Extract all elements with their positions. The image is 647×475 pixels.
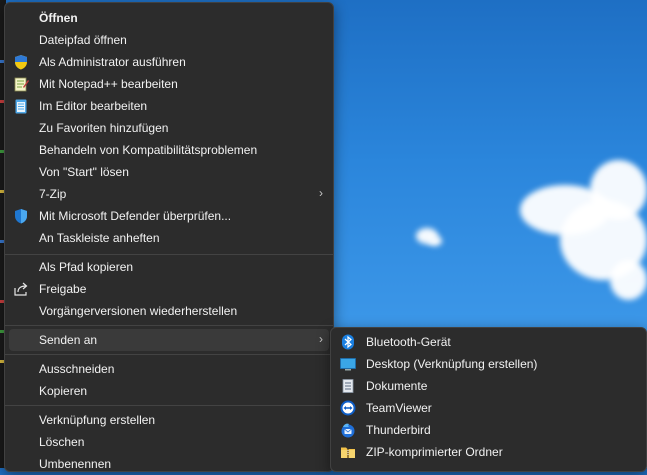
menu-item-open-file-path[interactable]: Dateipfad öffnen [5,29,333,51]
menu-item-unpin-from-start[interactable]: Von "Start" lösen [5,161,333,183]
submenu-item-zip-folder[interactable]: ZIP-komprimierter Ordner [331,441,646,463]
submenu-item-label: Thunderbird [366,423,431,437]
thunderbird-icon [340,422,356,438]
bluetooth-icon [340,334,356,350]
submenu-item-label: ZIP-komprimierter Ordner [366,445,503,459]
menu-separator [5,405,333,406]
menu-item-label: Im Editor bearbeiten [39,99,148,113]
defender-icon [13,208,29,224]
menu-item-restore-previous-versions[interactable]: Vorgängerversionen wiederherstellen [5,300,333,322]
menu-item-label: Ausschneiden [39,362,115,376]
uac-shield-icon [13,54,29,70]
menu-item-label: Dateipfad öffnen [39,33,127,47]
menu-item-label: Zu Favoriten hinzufügen [39,121,169,135]
desktop-icon [340,356,356,372]
notepad-icon [13,98,29,114]
menu-item-label: Verknüpfung erstellen [39,413,156,427]
submenu-item-label: Dokumente [366,379,428,393]
menu-separator [5,254,333,255]
menu-item-delete[interactable]: Löschen [5,431,333,453]
menu-item-label: Kopieren [39,384,88,398]
menu-item-label: Mit Notepad++ bearbeiten [39,77,178,91]
menu-item-troubleshoot-compatibility[interactable]: Behandeln von Kompatibilitätsproblemen [5,139,333,161]
menu-item-share[interactable]: Freigabe [5,278,333,300]
menu-item-create-shortcut[interactable]: Verknüpfung erstellen [5,409,333,431]
menu-separator [5,354,333,355]
notepadpp-icon [13,76,29,92]
menu-item-label: Öffnen [39,11,78,25]
submenu-item-bluetooth[interactable]: Bluetooth-Gerät [331,331,646,353]
context-menu: Öffnen Dateipfad öffnen Als Administrato… [4,2,334,472]
menu-item-label: Mit Microsoft Defender überprüfen... [39,209,232,223]
menu-item-open[interactable]: Öffnen [5,7,333,29]
menu-item-7zip[interactable]: 7-Zip › [5,183,333,205]
menu-item-label: Von "Start" lösen [39,165,129,179]
chevron-right-icon: › [319,186,323,200]
submenu-item-label: Desktop (Verknüpfung erstellen) [366,357,538,371]
submenu-item-thunderbird[interactable]: Thunderbird [331,419,646,441]
menu-item-edit-in-editor[interactable]: Im Editor bearbeiten [5,95,333,117]
menu-item-label: Vorgängerversionen wiederherstellen [39,304,238,318]
menu-item-label: Löschen [39,435,85,449]
menu-item-pin-to-taskbar[interactable]: An Taskleiste anheften [5,227,333,249]
teamviewer-icon [340,400,356,416]
menu-item-run-as-admin[interactable]: Als Administrator ausführen [5,51,333,73]
menu-item-edit-notepadpp[interactable]: Mit Notepad++ bearbeiten [5,73,333,95]
menu-item-label: Behandeln von Kompatibilitätsproblemen [39,143,258,157]
submenu-item-documents[interactable]: Dokumente [331,375,646,397]
menu-item-send-to[interactable]: Senden an › [9,329,329,351]
documents-icon [340,378,356,394]
menu-item-rename[interactable]: Umbenennen [5,453,333,475]
menu-item-copy[interactable]: Kopieren [5,380,333,402]
chevron-right-icon: › [319,332,323,346]
menu-item-label: 7-Zip [39,187,67,201]
menu-item-label: Freigabe [39,282,87,296]
menu-item-defender-scan[interactable]: Mit Microsoft Defender überprüfen... [5,205,333,227]
menu-item-cut[interactable]: Ausschneiden [5,358,333,380]
menu-item-label: An Taskleiste anheften [39,231,160,245]
submenu-item-teamviewer[interactable]: TeamViewer [331,397,646,419]
menu-item-label: Als Pfad kopieren [39,260,134,274]
share-icon [13,281,29,297]
menu-item-label: Senden an [39,333,98,347]
submenu-item-label: Bluetooth-Gerät [366,335,451,349]
submenu-item-label: TeamViewer [366,401,432,415]
send-to-submenu: Bluetooth-Gerät Desktop (Verknüpfung ers… [330,327,647,472]
menu-item-add-to-favorites[interactable]: Zu Favoriten hinzufügen [5,117,333,139]
menu-item-label: Als Administrator ausführen [39,55,186,69]
zip-folder-icon [340,444,356,460]
menu-separator [5,325,333,326]
menu-item-label: Umbenennen [39,457,112,471]
menu-item-copy-as-path[interactable]: Als Pfad kopieren [5,256,333,278]
submenu-item-desktop[interactable]: Desktop (Verknüpfung erstellen) [331,353,646,375]
